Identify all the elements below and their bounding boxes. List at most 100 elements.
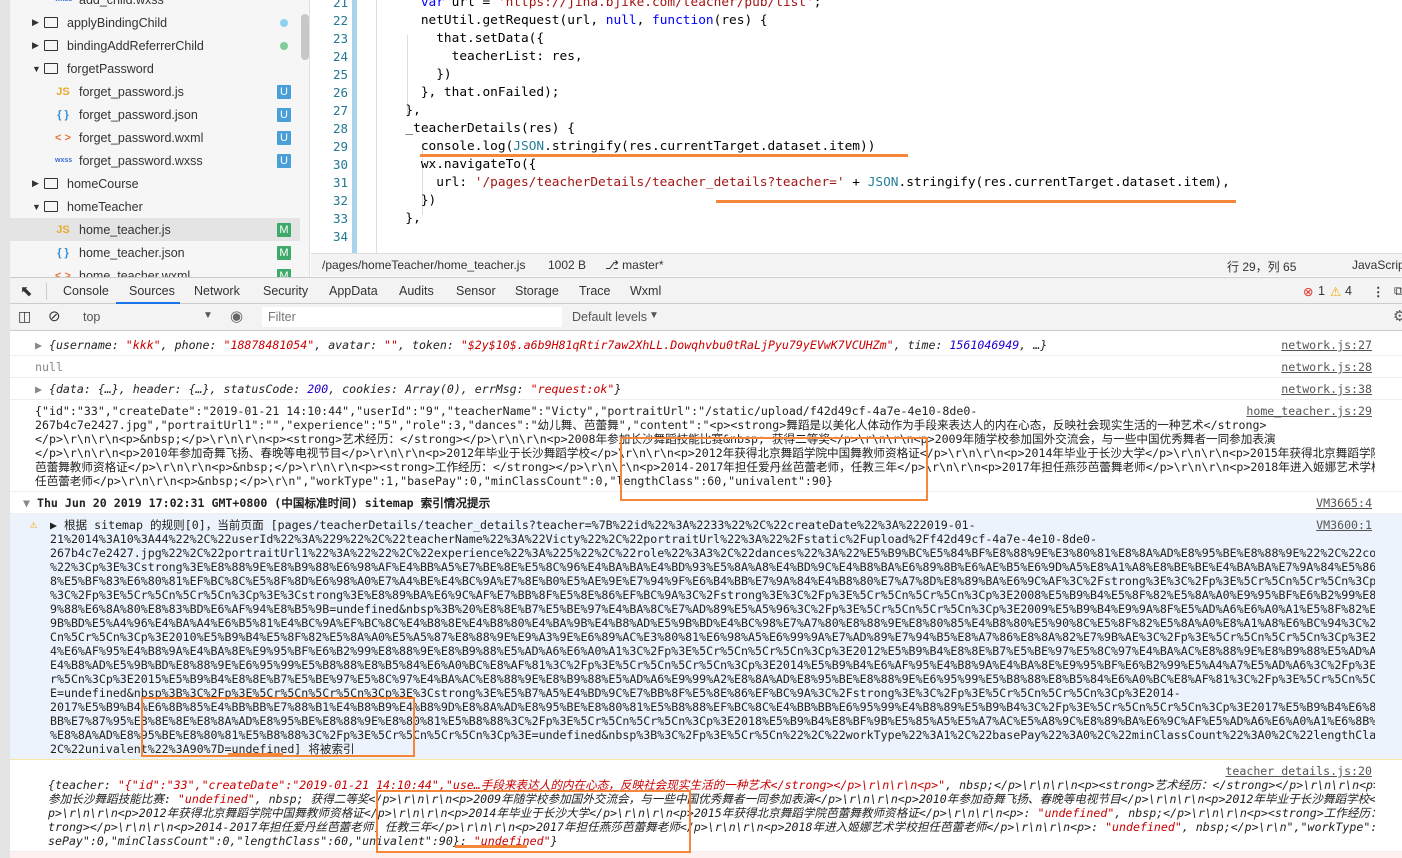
console-log-entry[interactable]: null network.js:28 — [10, 356, 1402, 378]
code-line[interactable]: teacherList: res, — [390, 49, 583, 64]
tree-file[interactable]: wxss add_child.wxss — [10, 0, 300, 11]
text-segment: "" — [384, 338, 399, 352]
tab-appdata[interactable]: AppData — [329, 284, 378, 298]
code-line[interactable]: wx.navigateTo({ — [390, 157, 537, 172]
language-mode[interactable]: JavaScript — [1352, 258, 1402, 272]
code-line[interactable]: var url = 'https://jina.bjike.com/teache… — [390, 0, 822, 10]
warning-count-icon[interactable]: ⚠ — [1330, 284, 1341, 299]
tree-folder[interactable]: ▶ applyBindingChild — [10, 11, 300, 34]
tree-folder[interactable]: ▶ bindingAddReferrerChild — [10, 34, 300, 57]
tree-item-label: applyBindingChild — [67, 15, 168, 30]
tab-sources[interactable]: Sources — [129, 284, 175, 298]
text-segment: 9%88%E6%8A%80%E8%83%BD%E6%AF%94%E8%B5%9B… — [50, 602, 1375, 616]
tree-folder[interactable]: ▼ homeTeacher — [10, 195, 300, 218]
line-number: 23 — [332, 31, 348, 46]
text-segment: var — [420, 0, 444, 10]
console-log-entry[interactable]: ▶ {data: {…}, header: {…}, statusCode: 2… — [10, 378, 1402, 400]
source-link[interactable]: teacher details.js:20 — [1225, 764, 1372, 778]
caret-right-icon[interactable]: ▶ — [32, 17, 39, 28]
source-link[interactable]: VM3600:1 — [1316, 518, 1372, 532]
console-line: ▶ {data: {…}, header: {…}, statusCode: 2… — [35, 382, 1375, 396]
tree-file[interactable]: JS forget_password.js U — [10, 80, 300, 103]
folder-icon — [44, 17, 58, 28]
code-line[interactable]: console.log(JSON.stringify(res.currentTa… — [390, 139, 876, 154]
log-levels-select[interactable]: Default levels — [572, 310, 647, 324]
text-segment: "undefined" — [177, 792, 255, 806]
tree-folder[interactable]: ▼ forgetPassword — [10, 57, 300, 80]
source-link[interactable]: network.js:27 — [1281, 338, 1372, 352]
source-link[interactable]: network.js:28 — [1281, 360, 1372, 374]
tab-sensor[interactable]: Sensor — [456, 284, 496, 298]
code-line[interactable]: }) — [390, 67, 451, 82]
tree-file[interactable]: { } forget_password.json U — [10, 103, 300, 126]
text-segment: %22%3Cp%3E%3Cstrong%3E%E8%88%9E%E8%B9%88… — [50, 560, 1375, 574]
code-line[interactable]: }, that.onFailed); — [390, 85, 560, 100]
text-segment: console.log( — [390, 139, 514, 154]
annotation-box — [376, 790, 691, 853]
text-segment: ▶ — [35, 338, 49, 352]
code-line[interactable]: _teacherDetails(res) { — [390, 121, 575, 136]
dock-icon[interactable]: ⧉ — [1394, 284, 1402, 299]
warning-count[interactable]: 4 — [1345, 284, 1352, 298]
caret-down-icon[interactable]: ▼ — [32, 64, 41, 74]
text-segment: .stringify(res.currentTarget.dataset.ite… — [898, 175, 1230, 190]
code-line[interactable]: url: '/pages/teacherDetails/teacher_deta… — [390, 175, 1230, 190]
eye-icon[interactable]: ◉ — [230, 307, 243, 325]
context-select[interactable]: top — [83, 310, 100, 324]
tree-folder[interactable]: ▶ homeCourse — [10, 172, 300, 195]
tree-file[interactable]: < > forget_password.wxml U — [10, 126, 300, 149]
console-line: 267b4c7e2427.jpg%22%2C%22portraitUrl1%22… — [50, 546, 1375, 560]
tab-audits[interactable]: Audits — [399, 284, 434, 298]
inspect-element-icon[interactable]: ⬉ — [20, 282, 33, 300]
tab-wxml[interactable]: Wxml — [630, 284, 661, 298]
code-line[interactable]: }, — [390, 103, 420, 118]
tab-security[interactable]: Security — [263, 284, 308, 298]
git-branch[interactable]: ⎇ master* — [605, 258, 664, 272]
tab-trace[interactable]: Trace — [579, 284, 611, 298]
console-error-entry[interactable]: ⊗▶ thirdScriptErrorVM3600:1 — [10, 852, 1402, 858]
caret-right-icon[interactable]: ▶ — [32, 40, 39, 51]
tree-file[interactable]: { } home_teacher.json M — [10, 241, 300, 264]
cursor-position[interactable]: 行 29，列 65 — [1227, 258, 1296, 275]
code-line[interactable]: }) — [390, 193, 436, 208]
clear-console-icon[interactable]: ⊘ — [48, 307, 61, 325]
text-segment: "request:ok" — [530, 382, 615, 396]
sidebar-toggle-icon[interactable]: ◫ — [18, 308, 31, 325]
code-line[interactable]: netUtil.getRequest(url, null, function(r… — [390, 13, 768, 28]
caret-right-icon[interactable]: ▶ — [32, 178, 39, 189]
indent-guide — [376, 0, 377, 253]
text-segment: {teacher: — [48, 778, 118, 792]
chevron-down-icon[interactable]: ▼ — [649, 310, 659, 321]
chevron-down-icon[interactable]: ▼ — [203, 310, 213, 321]
file-tree-scrollbar[interactable] — [301, 14, 309, 60]
caret-down-icon[interactable]: ▼ — [32, 202, 41, 212]
text-segment: Cn%5Cr%5Cn%3Cp%3E2010%E5%B9%B4%E5%8F%82%… — [50, 630, 1375, 644]
source-link[interactable]: network.js:38 — [1281, 382, 1372, 396]
tree-file[interactable]: JS home_teacher.js M — [10, 218, 300, 241]
code-line[interactable]: that.setData({ — [390, 31, 544, 46]
tab-console[interactable]: Console — [63, 284, 109, 298]
console-log-entry[interactable]: ▶ {username: "kkk", phone: "18878481054"… — [10, 334, 1402, 356]
code-editor[interactable]: 21 var url = 'https://jina.bjike.com/tea… — [311, 0, 1402, 253]
text-segment: ▶ — [35, 382, 49, 396]
source-link[interactable]: home_teacher.js:29 — [1246, 404, 1372, 418]
text-segment: "18878481054" — [223, 338, 315, 352]
text-segment: 4%E6%AF%95%E4%B8%9A%E4%BA%8E%E9%95%BF%E6… — [50, 644, 1375, 658]
tab-network[interactable]: Network — [194, 284, 240, 298]
filter-input[interactable] — [262, 307, 562, 327]
text-segment: 9B%BD%E5%A4%96%E4%BA%A4%E6%B5%81%E4%BC%9… — [50, 616, 1375, 630]
tree-file[interactable]: < > home_teacher.wxml M — [10, 264, 300, 277]
text-segment: ; — [813, 0, 822, 10]
console-log-entry[interactable]: {teacher: "{"id":"33","createDate":"2019… — [10, 760, 1402, 852]
error-count-icon[interactable]: ⊗ — [1303, 284, 1313, 299]
source-link[interactable]: VM3665:4 — [1316, 496, 1372, 510]
line-number: 24 — [332, 49, 348, 64]
gear-icon[interactable]: ⚙ — [1393, 307, 1402, 325]
tab-storage[interactable]: Storage — [515, 284, 559, 298]
more-options-icon[interactable]: ⋮ — [1372, 284, 1385, 299]
file-tree: wxss add_child.wxss ▶ applyBindingChild ▶ bin… — [10, 0, 310, 277]
text-segment: "undefined" — [1037, 806, 1115, 820]
tree-file[interactable]: wxss forget_password.wxss U — [10, 149, 300, 172]
error-count[interactable]: 1 — [1318, 284, 1325, 298]
code-line[interactable]: }, — [390, 211, 420, 226]
